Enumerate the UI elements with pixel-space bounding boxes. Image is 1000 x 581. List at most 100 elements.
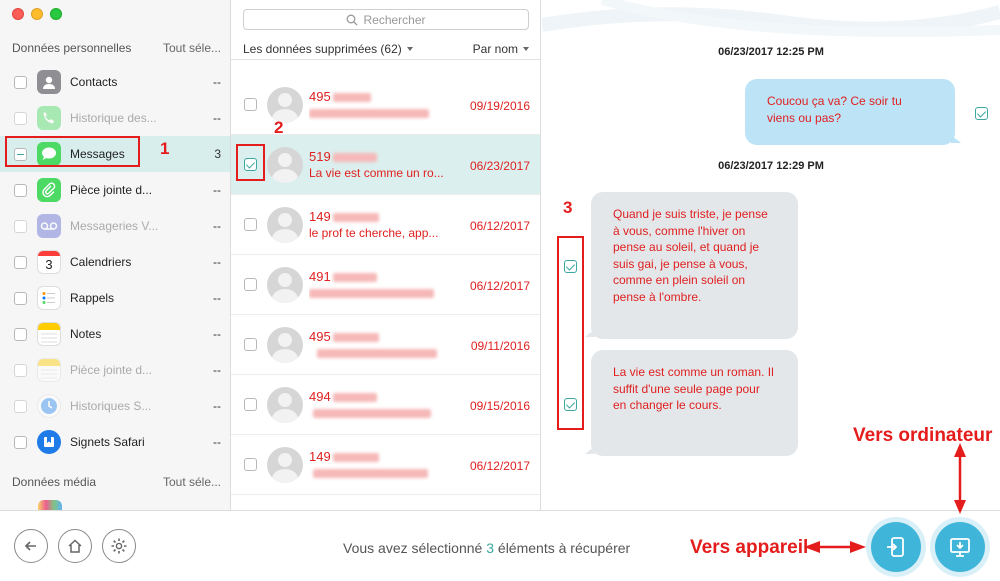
- contact-number: 519: [309, 148, 331, 164]
- message-date: 06/12/2017: [469, 279, 530, 293]
- annotation-step-2: 2: [274, 118, 284, 137]
- row-checkbox[interactable]: [244, 458, 257, 471]
- message-preview: le prof te cherche, app...: [309, 225, 439, 240]
- bottom-toolbar: Vous avez sélectionné 3 éléments à récup…: [0, 510, 1000, 581]
- safari-bookmarks-checkbox[interactable]: [14, 435, 27, 449]
- sidebar-item-safari-history[interactable]: Historiques S... --: [0, 388, 230, 424]
- sidebar-item-message-attachments[interactable]: Pièce jointe d... --: [0, 172, 230, 208]
- sort-dropdown[interactable]: Par nom: [473, 42, 529, 56]
- paperclip-icon: [37, 178, 61, 202]
- sidebar-item-reminders[interactable]: Rappels --: [0, 280, 230, 316]
- close-window-button[interactable]: [12, 8, 24, 20]
- recover-to-computer-button[interactable]: [935, 522, 985, 572]
- note-attachments-checkbox[interactable]: [14, 363, 27, 377]
- message-date: 09/19/2016: [469, 99, 530, 113]
- photos-icon: [38, 500, 62, 510]
- sent-message-checkbox[interactable]: [975, 107, 988, 120]
- settings-button[interactable]: [102, 529, 136, 563]
- calendars-checkbox[interactable]: [14, 255, 27, 269]
- sidebar-item-count: --: [213, 75, 221, 89]
- category-sidebar: Données personnelles Tout séle... Contac…: [0, 0, 231, 510]
- table-row[interactable]: 495 09/11/2016: [231, 315, 540, 375]
- sidebar-item-calendars[interactable]: 3 Calendriers --: [0, 244, 230, 280]
- message-date: 09/15/2016: [469, 399, 530, 413]
- safari-history-checkbox[interactable]: [14, 399, 27, 413]
- avatar: [267, 446, 303, 483]
- personal-data-header: Données personnelles Tout séle...: [0, 37, 230, 59]
- row-checkbox[interactable]: [244, 398, 257, 411]
- contact-number: 491: [309, 268, 331, 284]
- media-data-title: Données média: [12, 475, 97, 489]
- row-checkbox[interactable]: [244, 218, 257, 231]
- sidebar-item-notes[interactable]: Notes --: [0, 316, 230, 352]
- sent-message-bubble: Coucou ça va? Ce soir tu viens ou pas?: [745, 79, 961, 145]
- contact-number: 494: [309, 388, 331, 404]
- sidebar-item-count: --: [213, 327, 221, 341]
- list-header: Les données supprimées (62) Par nom: [231, 38, 540, 60]
- calendar-day: 3: [45, 257, 53, 272]
- selected-count: 3: [486, 540, 495, 556]
- safari-history-icon: [37, 394, 61, 418]
- sidebar-item-contacts[interactable]: Contacts --: [0, 64, 230, 100]
- sidebar-item-count: --: [213, 111, 221, 125]
- contacts-icon: [37, 70, 61, 94]
- sidebar-item-safari-bookmarks[interactable]: Signets Safari --: [0, 424, 230, 460]
- home-button[interactable]: [58, 529, 92, 563]
- row-checkbox[interactable]: [244, 278, 257, 291]
- table-row[interactable]: 519 La vie est comme un ro... 06/23/2017: [231, 135, 540, 195]
- personal-select-all-button[interactable]: Tout séle...: [163, 41, 221, 55]
- chevron-down-icon: [523, 47, 529, 52]
- avatar: [267, 266, 303, 303]
- sidebar-item-count: --: [213, 183, 221, 197]
- avatar: [267, 86, 303, 123]
- table-row[interactable]: 149 06/12/2017: [231, 435, 540, 495]
- table-row[interactable]: 149 le prof te cherche, app... 06/12/201…: [231, 195, 540, 255]
- minimize-window-button[interactable]: [31, 8, 43, 20]
- search-icon: [347, 14, 358, 25]
- contacts-checkbox[interactable]: [14, 75, 27, 89]
- table-row[interactable]: 494 09/15/2016: [231, 375, 540, 435]
- sidebar-item-voicemail[interactable]: Messageries V... --: [0, 208, 230, 244]
- contact-number: 149: [309, 208, 331, 224]
- sidebar-item-label: Contacts: [70, 75, 118, 89]
- filter-dropdown[interactable]: Les données supprimées (62): [243, 42, 413, 56]
- voicemail-checkbox[interactable]: [14, 219, 27, 233]
- maximize-window-button[interactable]: [50, 8, 62, 20]
- phone-icon: [37, 106, 61, 130]
- notes-checkbox[interactable]: [14, 327, 27, 341]
- contact-number: 495: [309, 328, 331, 344]
- message-attachments-checkbox[interactable]: [14, 183, 27, 197]
- voicemail-icon: [37, 214, 61, 238]
- annotation-box-chat-checkboxes: [557, 236, 584, 430]
- table-row[interactable]: 491 06/12/2017: [231, 255, 540, 315]
- sidebar-item-count: --: [213, 363, 221, 377]
- sidebar-item-call-history[interactable]: Historique des... --: [0, 100, 230, 136]
- message-date: 09/11/2016: [470, 339, 530, 353]
- search-input[interactable]: Rechercher: [243, 9, 529, 30]
- sidebar-item-label: Messageries V...: [70, 219, 159, 233]
- message-list-panel: Rechercher Les données supprimées (62) P…: [231, 0, 541, 510]
- recover-to-device-button[interactable]: [871, 522, 921, 572]
- back-button[interactable]: [14, 529, 48, 563]
- reminders-checkbox[interactable]: [14, 291, 27, 305]
- annotation-box-row-checkbox: [236, 144, 265, 181]
- sidebar-item-note-attachments[interactable]: Pièce jointe d... --: [0, 352, 230, 388]
- avatar: [267, 386, 303, 423]
- media-select-all-button[interactable]: Tout séle...: [163, 475, 221, 489]
- sort-label: Par nom: [472, 41, 518, 56]
- avatar: [267, 326, 303, 363]
- row-checkbox[interactable]: [244, 98, 257, 111]
- sidebar-item-label: Pièce jointe d...: [70, 183, 153, 197]
- filter-label: Les données supprimées (62): [243, 41, 402, 56]
- search-placeholder: Rechercher: [363, 12, 426, 27]
- media-data-header: Données média Tout séle...: [0, 471, 230, 493]
- avatar: [267, 146, 303, 183]
- row-checkbox[interactable]: [244, 338, 257, 351]
- call-history-checkbox[interactable]: [14, 111, 27, 125]
- annotation-step-3: 3: [563, 198, 573, 217]
- category-list: Contacts -- Historique des... -- Message…: [0, 64, 230, 460]
- message-date: 06/12/2017: [469, 459, 530, 473]
- personal-data-title: Données personnelles: [12, 41, 132, 55]
- home-icon: [68, 539, 82, 553]
- sidebar-item-count: 3: [214, 147, 221, 161]
